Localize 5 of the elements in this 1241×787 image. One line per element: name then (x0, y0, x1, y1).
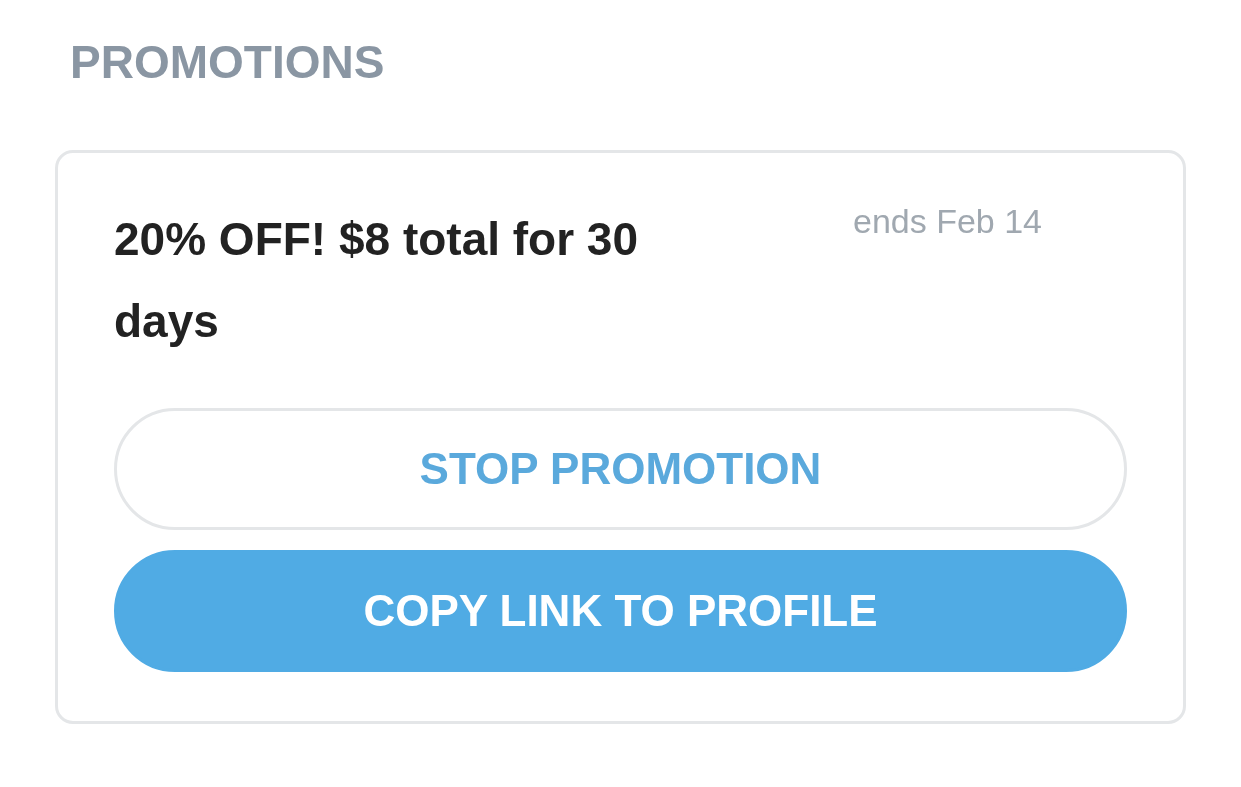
section-title: PROMOTIONS (70, 35, 386, 90)
end-date: ends Feb 14 (852, 201, 1042, 242)
offer-text: 20% OFF! $8 total for 30 days (114, 212, 640, 349)
copy-link-button[interactable]: COPY LINK TO PROFILE (114, 550, 1127, 672)
stop-button[interactable]: STOP PROMOTION (114, 408, 1127, 530)
